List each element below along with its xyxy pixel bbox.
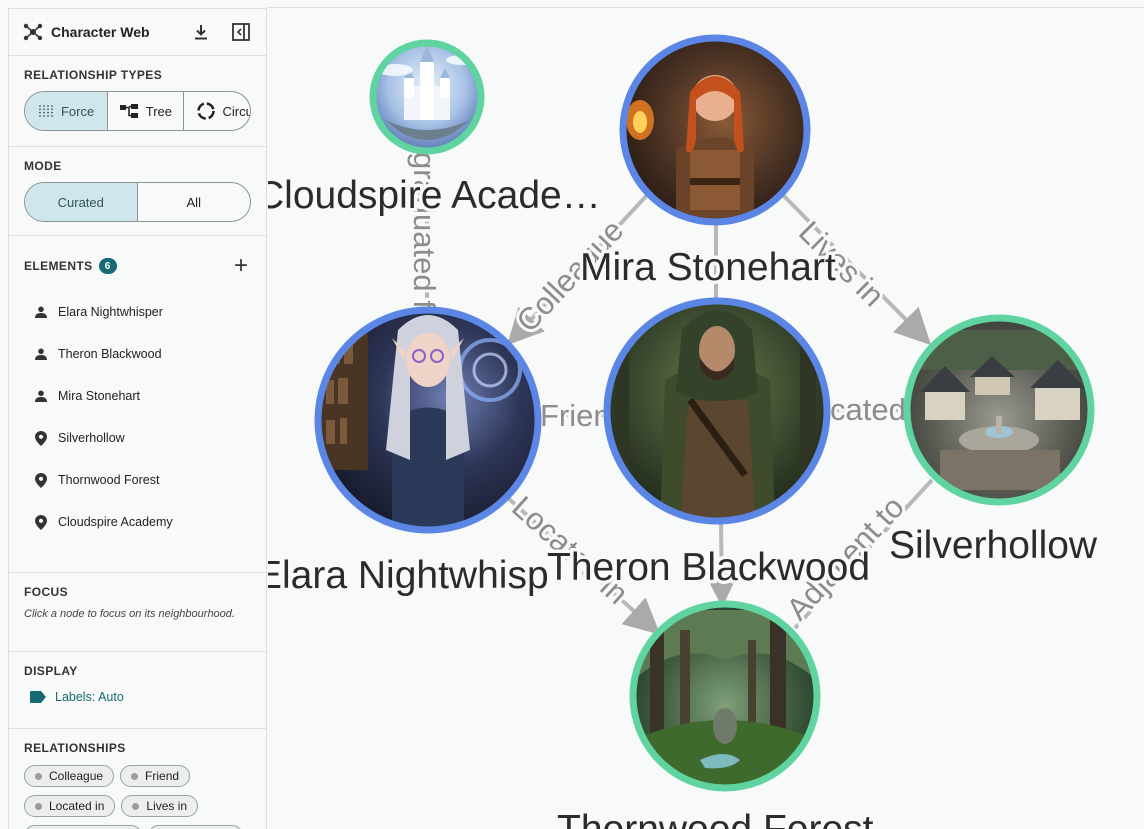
mode-curated-option[interactable]: Curated: [25, 183, 138, 221]
focus-title: FOCUS: [24, 585, 68, 599]
node-mira[interactable]: [619, 34, 811, 228]
node-silverhollow[interactable]: [903, 314, 1095, 506]
element-item-theron[interactable]: Theron Blackwood: [24, 333, 251, 375]
layout-segmented-control: Force Tree Circu: [24, 91, 251, 131]
download-icon[interactable]: [190, 21, 212, 43]
node-theron[interactable]: [603, 297, 831, 530]
location-pin-icon: [34, 472, 48, 488]
person-icon: [34, 388, 48, 404]
mode-segmented-control: Curated All: [24, 182, 251, 222]
elements-section: ELEMENTS 6 + Elara Nightwhisper Theron B…: [9, 236, 266, 573]
labels-auto-text: Labels: Auto: [55, 690, 124, 704]
chip-label: Friend: [145, 769, 180, 783]
node-label-theron: Theron Blackwood: [547, 546, 870, 589]
elements-header: ELEMENTS 6 +: [24, 254, 251, 278]
element-item-thornwood[interactable]: Thornwood Forest: [24, 459, 251, 501]
chip-label: Lives in: [146, 799, 188, 813]
element-item-cloudspire[interactable]: Cloudspire Academy: [24, 501, 251, 543]
chip-dot: [35, 802, 42, 810]
chip-colleague[interactable]: Colleague: [24, 765, 115, 787]
element-item-elara[interactable]: Elara Nightwhisper: [24, 291, 251, 333]
focus-section: FOCUS Click a node to focus on its neigh…: [9, 573, 266, 652]
relationship-types-section: RELATIONSHIP TYPES Force Tree Circu: [9, 56, 266, 147]
app-title: Character Web: [51, 24, 150, 40]
chip-dot: [35, 772, 42, 780]
add-element-icon[interactable]: +: [231, 254, 251, 278]
relationships-title: RELATIONSHIPS: [24, 741, 126, 755]
layout-force-option[interactable]: Force: [25, 92, 109, 130]
node-label-silverhollow: Silverhollow: [889, 524, 1098, 567]
graph-canvas[interactable]: graduated f Colleague Lives in Frien cat…: [268, 8, 1144, 829]
element-item-mira[interactable]: Mira Stonehart: [24, 375, 251, 417]
element-item-silverhollow[interactable]: Silverhollow: [24, 417, 251, 459]
graph-svg: graduated f Colleague Lives in Frien cat…: [268, 34, 1101, 829]
person-icon: [34, 346, 48, 362]
element-label: Thornwood Forest: [58, 473, 160, 487]
layout-tree-label: Tree: [145, 103, 172, 119]
mode-curated-label: Curated: [57, 194, 104, 210]
dots-grid-icon: [38, 104, 54, 118]
elements-title: ELEMENTS: [24, 259, 93, 273]
node-elara[interactable]: [314, 306, 542, 540]
elements-count-badge: 6: [98, 258, 117, 274]
element-label: Mira Stonehart: [58, 389, 140, 403]
chip-more-1[interactable]: [24, 825, 142, 829]
node-thornwood[interactable]: [629, 600, 821, 792]
mode-all-label: All: [186, 194, 201, 210]
labels-auto-toggle[interactable]: Labels: Auto: [24, 690, 251, 704]
sidebar-header: Character Web: [9, 9, 266, 56]
collapse-sidebar-icon[interactable]: [230, 21, 252, 43]
layout-circular-option[interactable]: Circu: [184, 92, 250, 130]
element-label: Cloudspire Academy: [58, 515, 173, 529]
element-label: Silverhollow: [58, 431, 125, 445]
network-graph-icon: [23, 22, 43, 42]
chip-friend[interactable]: Friend: [120, 765, 191, 787]
chip-dot: [132, 802, 140, 810]
edge-label-located: cated: [830, 392, 906, 427]
chip-dot: [131, 772, 139, 780]
person-icon: [34, 304, 48, 320]
display-section: DISPLAY Labels: Auto: [9, 652, 266, 729]
mode-section: MODE Curated All: [9, 147, 266, 236]
node-cloudspire[interactable]: [369, 39, 485, 155]
mode-all-option[interactable]: All: [138, 183, 251, 221]
elements-list: Elara Nightwhisper Theron Blackwood Mira…: [24, 291, 251, 543]
chip-located-in[interactable]: Located in: [24, 795, 116, 817]
tree-icon: [119, 103, 139, 119]
circle-layout-icon: [196, 101, 216, 121]
chip-label: Located in: [49, 799, 105, 813]
edge-label-friend: Frien: [540, 398, 611, 433]
mode-title: MODE: [24, 159, 62, 173]
location-pin-icon: [34, 430, 48, 446]
relationships-section: RELATIONSHIPS Colleague Friend Located i…: [9, 729, 266, 829]
layout-tree-option[interactable]: Tree: [108, 92, 184, 130]
node-label-cloudspire: Cloudspire Acade…: [268, 174, 601, 217]
node-label-elara: Elara Nightwhisp: [268, 554, 549, 597]
relationship-chips: Colleague Friend Located in Lives in: [24, 765, 251, 829]
layout-force-label: Force: [60, 103, 95, 119]
chip-label: Colleague: [49, 769, 104, 783]
chip-more-2[interactable]: [148, 825, 243, 829]
app-root: Character Web RELATIONSHIP TYPES Force T…: [0, 0, 1144, 829]
element-label: Theron Blackwood: [58, 347, 162, 361]
label-tag-icon: [30, 691, 46, 703]
element-label: Elara Nightwhisper: [58, 305, 163, 319]
sidebar: Character Web RELATIONSHIP TYPES Force T…: [8, 8, 267, 829]
layout-circular-label: Circu: [222, 103, 250, 119]
location-pin-icon: [34, 514, 48, 530]
node-label-mira: Mira Stonehart: [580, 246, 836, 289]
relationship-types-title: RELATIONSHIP TYPES: [24, 68, 163, 82]
focus-hint: Click a node to focus on its neighbourho…: [24, 608, 235, 620]
chip-lives-in[interactable]: Lives in: [121, 795, 199, 817]
display-title: DISPLAY: [24, 664, 78, 678]
node-label-thornwood: Thornwood Forest: [557, 808, 874, 829]
